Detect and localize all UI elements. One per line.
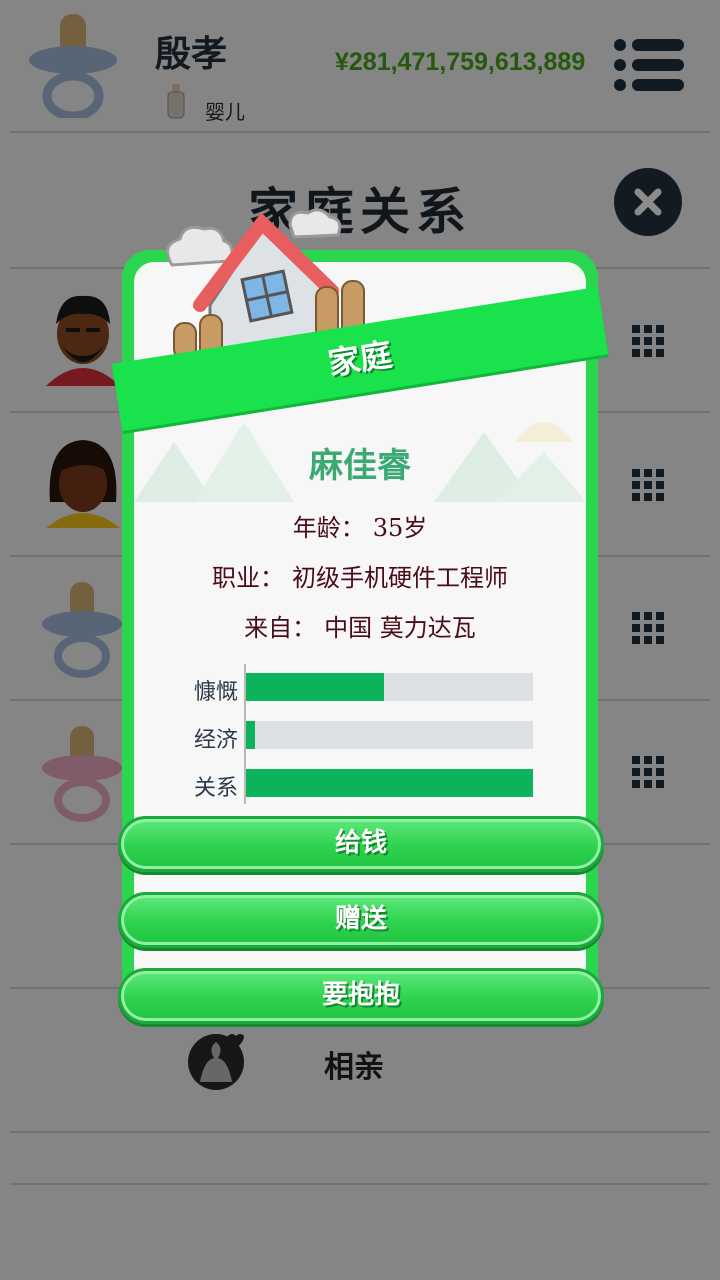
stat-label-economy: 经济 xyxy=(193,728,238,753)
stat-label-relationship: 关系 xyxy=(193,776,238,801)
stat-fill-relationship xyxy=(246,769,533,797)
stat-bar-relationship xyxy=(246,769,533,797)
stat-bar-generosity xyxy=(246,673,533,701)
stat-label-generosity: 慷慨 xyxy=(193,680,238,705)
stat-bar-economy xyxy=(246,721,533,749)
job-value: 初级手机硬件工程师 xyxy=(292,564,508,592)
origin-line: 来自： 中国 莫力达瓦 xyxy=(134,608,586,643)
stat-fill-generosity xyxy=(246,673,384,701)
job-line: 职业： 初级手机硬件工程师 xyxy=(134,558,586,593)
give-gift-button[interactable]: 赠送 xyxy=(118,892,604,948)
ask-hug-button[interactable]: 要抱抱 xyxy=(118,968,604,1024)
origin-value: 中国 莫力达瓦 xyxy=(324,614,476,642)
give-money-button[interactable]: 给钱 xyxy=(118,816,604,872)
job-label: 职业： xyxy=(212,564,284,592)
age-label: 年龄： xyxy=(292,514,365,542)
person-name: 麻佳睿 xyxy=(309,446,411,486)
age-value: 35岁 xyxy=(372,514,428,542)
origin-label: 来自： xyxy=(244,614,317,642)
stat-fill-economy xyxy=(246,721,255,749)
age-line: 年龄： 35岁 xyxy=(134,508,586,543)
